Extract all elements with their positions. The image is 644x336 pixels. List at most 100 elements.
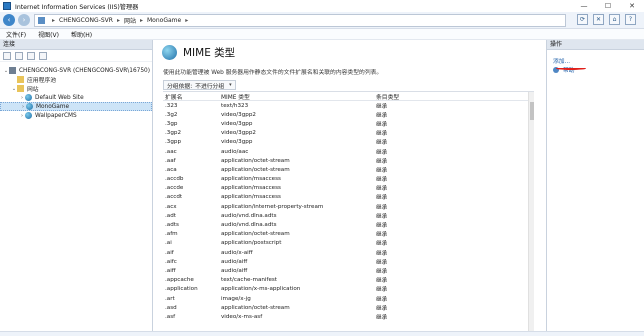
extension-cell: .aac xyxy=(165,148,177,155)
connect-icon[interactable] xyxy=(3,51,11,60)
tree-node[interactable]: › WallpaperCMS xyxy=(0,111,152,120)
table-body: .323 text/h323 继承 .3g2 video/3gpp2 继承 .3gp vide… xyxy=(163,101,534,322)
entry-type-cell: 继承 xyxy=(376,112,388,119)
maximize-button[interactable]: ☐ xyxy=(596,0,620,12)
forward-arrow-icon[interactable]: › xyxy=(18,14,30,26)
extension-cell: .appcache xyxy=(165,277,194,284)
feature-pane: MIME 类型 使用此功能管理被 Web 服务器用作静态文件的文件扩展名和关联的… xyxy=(155,40,542,332)
entry-type-cell: 继承 xyxy=(376,250,388,257)
mime-type-cell: image/x-jg xyxy=(221,295,251,302)
tree-node[interactable]: 应用程序池 xyxy=(0,75,152,84)
table-row[interactable]: .aiff audio/aiff 继承 xyxy=(163,266,534,275)
tree-node[interactable]: ⌄ CHENGCONG-SVR (CHENGCONG-SVR\16750) xyxy=(0,66,152,75)
entry-type-cell: 继承 xyxy=(376,177,388,184)
table-row[interactable]: .3g2 video/3gpp2 继承 xyxy=(163,110,534,119)
table-row[interactable]: .accdb application/msaccess 继承 xyxy=(163,175,534,184)
entry-type-cell: 继承 xyxy=(376,158,388,165)
breadcrumb-site[interactable]: MonoGame xyxy=(147,17,181,24)
breadcrumb-sites[interactable]: 网站 xyxy=(124,16,136,25)
connections-header: 连接 xyxy=(0,40,152,50)
tree-node-label: WallpaperCMS xyxy=(35,112,77,119)
table-row[interactable]: .asf video/x-ms-asf 继承 xyxy=(163,312,534,321)
table-row[interactable]: .acx application/internet-property-stream… xyxy=(163,202,534,211)
table-row[interactable]: .adts audio/vnd.dlna.adts 继承 xyxy=(163,220,534,229)
entry-type-cell: 继承 xyxy=(376,167,388,174)
table-row[interactable]: .appcache text/cache-manifest 继承 xyxy=(163,276,534,285)
column-header-extension[interactable]: 扩展名 xyxy=(163,92,219,100)
mime-type-cell: video/3gpp xyxy=(221,120,253,127)
extension-cell: .aaf xyxy=(165,157,176,164)
stop-icon[interactable]: ✕ xyxy=(593,14,604,25)
tree-node[interactable]: ⌄ 网站 xyxy=(0,84,152,93)
page-title: MIME 类型 xyxy=(183,47,236,59)
folder-icon xyxy=(17,85,24,92)
globe-icon xyxy=(25,112,32,119)
menu-file[interactable]: 文件(F) xyxy=(6,30,26,39)
home-icon[interactable]: ⌂ xyxy=(609,14,620,25)
tree-node[interactable]: › Default Web Site xyxy=(0,93,152,102)
server-icon xyxy=(38,16,45,24)
table-row[interactable]: .323 text/h323 继承 xyxy=(163,101,534,110)
entry-type-cell: 继承 xyxy=(376,213,388,220)
entry-type-cell: 继承 xyxy=(376,140,388,147)
breadcrumb-server[interactable]: CHENGCONG-SVR xyxy=(59,17,113,24)
add-action-link[interactable]: 添加... xyxy=(547,56,644,65)
menu-view[interactable]: 视图(V) xyxy=(38,30,59,39)
column-header-mime-type[interactable]: MIME 类型 xyxy=(219,92,374,100)
mime-type-cell: video/3gpp xyxy=(221,139,253,146)
connections-tree: ⌄ CHENGCONG-SVR (CHENGCONG-SVR\16750) 应用程序… xyxy=(0,62,152,120)
mime-type-cell: application/octet-stream xyxy=(221,157,290,164)
globe-icon xyxy=(26,103,33,110)
table-row[interactable]: .ai application/postscript 继承 xyxy=(163,239,534,248)
tree-node[interactable]: › MonoGame xyxy=(0,102,152,111)
tree-node-label: MonoGame xyxy=(36,103,70,110)
table-row[interactable]: .asd application/octet-stream 继承 xyxy=(163,303,534,312)
column-header-entry-type[interactable]: 条目类型 xyxy=(374,92,434,100)
entry-type-cell: 继承 xyxy=(376,223,388,230)
mime-type-cell: video/3gpp2 xyxy=(221,111,256,118)
mime-type-cell: application/octet-stream xyxy=(221,304,290,311)
breadcrumb[interactable]: ▸ CHENGCONG-SVR ▸ 网站 ▸ MonoGame ▸ xyxy=(34,13,566,27)
help-icon[interactable]: ? xyxy=(625,14,636,25)
extension-cell: .3gp2 xyxy=(165,130,181,137)
table-row[interactable]: .accdt application/msaccess 继承 xyxy=(163,193,534,202)
close-button[interactable]: ✕ xyxy=(620,0,644,12)
mime-type-cell: video/x-ms-asf xyxy=(221,313,263,320)
mime-type-cell: text/h323 xyxy=(221,102,249,109)
table-row[interactable]: .3gp2 video/3gpp2 继承 xyxy=(163,129,534,138)
extension-cell: .afm xyxy=(165,231,178,238)
extension-cell: .asf xyxy=(165,313,176,320)
table-row[interactable]: .3gp video/3gpp 继承 xyxy=(163,119,534,128)
address-bar: ‹ › ▸ CHENGCONG-SVR ▸ 网站 ▸ MonoGame ▸ ⟳ … xyxy=(0,12,644,29)
table-row[interactable]: .3gpp video/3gpp 继承 xyxy=(163,138,534,147)
table-row[interactable]: .aac audio/aac 继承 xyxy=(163,147,534,156)
table-row[interactable]: .accde application/msaccess 继承 xyxy=(163,184,534,193)
table-row[interactable]: .application application/x-ms-application… xyxy=(163,285,534,294)
table-row[interactable]: .aifc audio/aiff 继承 xyxy=(163,257,534,266)
mime-type-cell: audio/aiff xyxy=(221,258,248,265)
back-arrow-icon[interactable]: ‹ xyxy=(3,14,15,26)
table-row[interactable]: .aaf application/octet-stream 继承 xyxy=(163,156,534,165)
table-row[interactable]: .aca application/octet-stream 继承 xyxy=(163,165,534,174)
scrollbar-thumb[interactable] xyxy=(530,102,534,120)
mime-type-cell: application/msaccess xyxy=(221,185,281,192)
up-level-icon[interactable] xyxy=(27,51,35,60)
window-title: Internet Information Services (IIS)管理器 xyxy=(15,3,139,11)
refresh-icon[interactable] xyxy=(39,51,47,60)
red-annotation-underline xyxy=(556,67,586,70)
vertical-scrollbar[interactable] xyxy=(528,92,534,332)
group-by-dropdown[interactable]: 分组依据: 不进行分组 ▾ xyxy=(163,80,236,90)
minimize-button[interactable]: — xyxy=(572,0,596,12)
table-row[interactable]: .aif audio/x-aiff 继承 xyxy=(163,248,534,257)
save-icon[interactable] xyxy=(15,51,23,60)
table-row[interactable]: .afm application/octet-stream 继承 xyxy=(163,230,534,239)
extension-cell: .application xyxy=(165,286,198,293)
mime-type-cell: application/msaccess xyxy=(221,194,281,201)
table-row[interactable]: .art image/x-jg 继承 xyxy=(163,294,534,303)
extension-cell: .asd xyxy=(165,304,177,311)
entry-type-cell: 继承 xyxy=(376,296,388,303)
table-row[interactable]: .adt audio/vnd.dlna.adts 继承 xyxy=(163,211,534,220)
refresh-icon[interactable]: ⟳ xyxy=(577,14,588,25)
tree-node-label: 网站 xyxy=(27,87,39,93)
menu-help[interactable]: 帮助(H) xyxy=(71,30,92,39)
